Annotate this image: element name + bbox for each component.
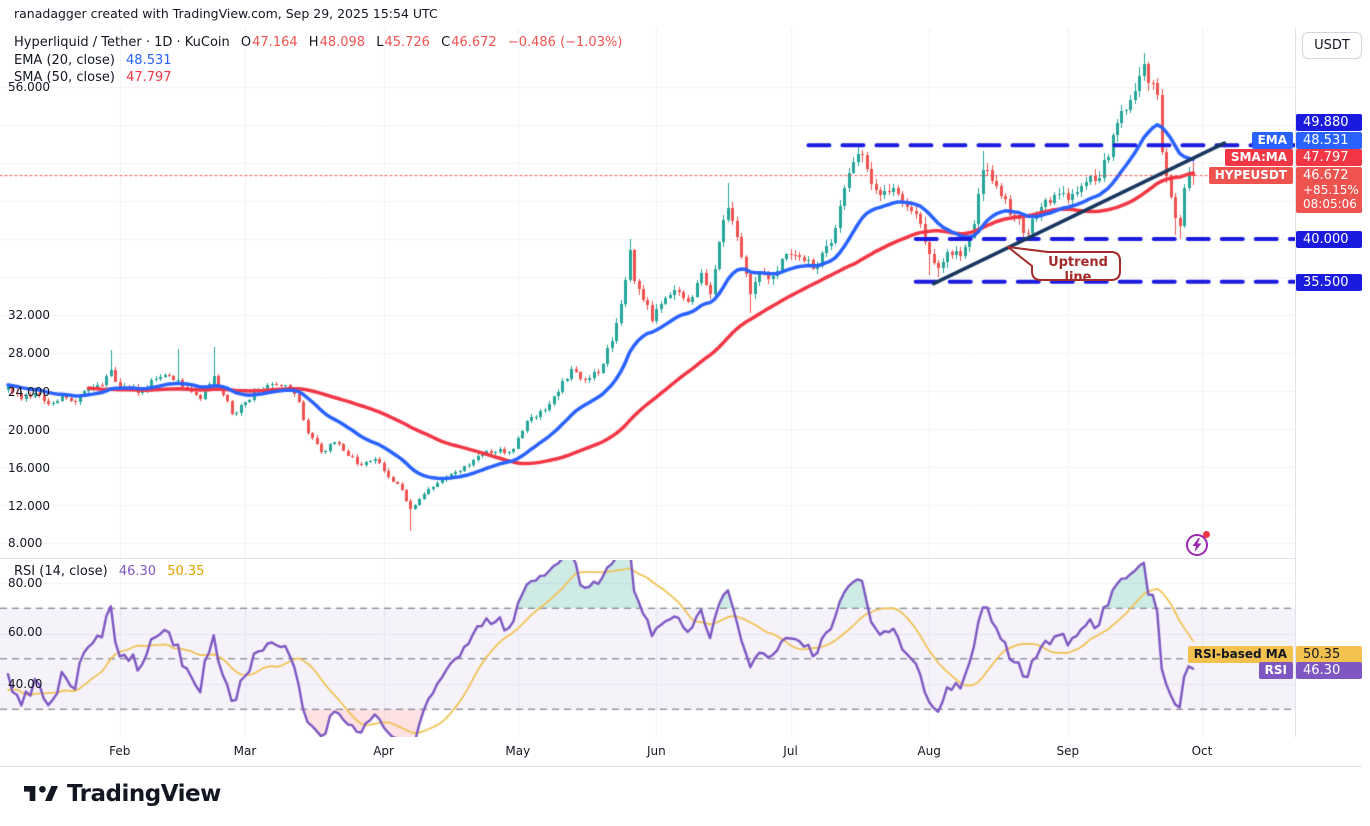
tradingview-logo[interactable]: TradingView xyxy=(24,780,221,807)
ema-legend-value: 48.531 xyxy=(126,53,172,68)
symbol-axis-tag: HYPEUSDT xyxy=(1209,167,1293,184)
timeline-month-label: Mar xyxy=(234,744,257,758)
timeline-bottom-border xyxy=(0,766,1362,767)
ema-legend-label: EMA (20, close) xyxy=(14,53,115,68)
rsi-legend-row[interactable]: RSI (14, close) 46.30 50.35 xyxy=(14,564,204,579)
lightning-bolt-icon xyxy=(1191,538,1203,552)
price-chart-canvas[interactable] xyxy=(0,28,1295,558)
ohlc-high-key: H xyxy=(309,35,319,50)
rsi-pane-canvas[interactable] xyxy=(0,560,1295,737)
rsi-tick: 60.00 xyxy=(8,624,42,640)
timeline-month-label: Sep xyxy=(1056,744,1079,758)
rsi-axis-value: 46.30 xyxy=(1296,662,1362,679)
rsi-ma-legend-value: 50.35 xyxy=(167,564,204,579)
rsi-ma-axis-value: 50.35 xyxy=(1296,646,1362,663)
tradingview-mark-icon xyxy=(24,780,58,807)
notification-dot xyxy=(1203,531,1210,538)
credit-text: ranadagger created with TradingView.com,… xyxy=(14,6,438,21)
bar-countdown: 08:05:06 xyxy=(1303,197,1362,211)
price-tick: 12.000 xyxy=(8,498,50,514)
timeline-month-label: Jul xyxy=(783,744,797,758)
level-lower-label: 35.500 xyxy=(1296,274,1362,291)
rsi-ma-axis-tag: RSI-based MA xyxy=(1188,646,1293,663)
symbol-title: Hyperliquid / Tether · 1D · KuCoin xyxy=(14,35,230,50)
timeline-month-label: Apr xyxy=(373,744,394,758)
last-price-value: 46.672 xyxy=(1303,168,1362,183)
currency-button[interactable]: USDT xyxy=(1302,32,1362,59)
rsi-legend-value: 46.30 xyxy=(119,564,156,579)
price-tick: 8.000 xyxy=(8,535,42,551)
ema-legend-row[interactable]: EMA (20, close) 48.531 xyxy=(14,53,172,68)
ohlc-open-value: 47.164 xyxy=(252,35,298,50)
rsi-tick: 40.00 xyxy=(8,676,42,692)
price-tick: 56.000 xyxy=(8,79,50,95)
price-tick: 28.000 xyxy=(8,345,50,361)
percent-change-value: +85.15% xyxy=(1303,183,1362,197)
ohlc-low-key: L xyxy=(376,35,383,50)
sma-axis-value: 47.797 xyxy=(1296,149,1362,166)
timeline-month-label: Jun xyxy=(647,744,666,758)
time-axis[interactable]: Feb Mar Apr May Jun Jul Aug Sep Oct xyxy=(0,737,1362,766)
ohlc-high-value: 48.098 xyxy=(320,35,366,50)
timeline-month-label: Feb xyxy=(109,744,130,758)
timeline-month-label: Aug xyxy=(917,744,940,758)
last-price-label: 46.672 +85.15% 08:05:06 xyxy=(1296,167,1362,213)
ohlc-close-key: C xyxy=(441,35,450,50)
level-mid-label: 40.000 xyxy=(1296,231,1362,248)
pane-divider[interactable] xyxy=(0,558,1295,559)
ohlc-open-key: O xyxy=(241,35,251,50)
ema-axis-tag: EMA xyxy=(1252,132,1293,149)
change-value: −0.486 (−1.03%) xyxy=(508,35,623,50)
price-tick: 32.000 xyxy=(8,307,50,323)
timeline-month-label: May xyxy=(505,744,530,758)
rsi-tick: 80.00 xyxy=(8,575,42,591)
sma-axis-tag: SMA:MA xyxy=(1225,149,1293,166)
chart-page: ranadagger created with TradingView.com,… xyxy=(0,0,1370,826)
price-tick: 16.000 xyxy=(8,460,50,476)
price-tick: 24.000 xyxy=(8,384,50,400)
rsi-axis-tag: RSI xyxy=(1259,662,1293,679)
symbol-legend-row[interactable]: Hyperliquid / Tether · 1D · KuCoin O47.1… xyxy=(14,35,622,50)
ohlc-low-value: 45.726 xyxy=(384,35,430,50)
uptrend-callout-text[interactable]: Uptrend line xyxy=(1036,255,1120,285)
ema-axis-value: 48.531 xyxy=(1296,132,1362,149)
timeline-month-label: Oct xyxy=(1192,744,1213,758)
sma-legend-value: 47.797 xyxy=(126,70,172,85)
ohlc-close-value: 46.672 xyxy=(451,35,497,50)
price-tick: 20.000 xyxy=(8,422,50,438)
level-upper-label: 49.880 xyxy=(1296,114,1362,131)
tradingview-logo-text: TradingView xyxy=(67,781,221,807)
